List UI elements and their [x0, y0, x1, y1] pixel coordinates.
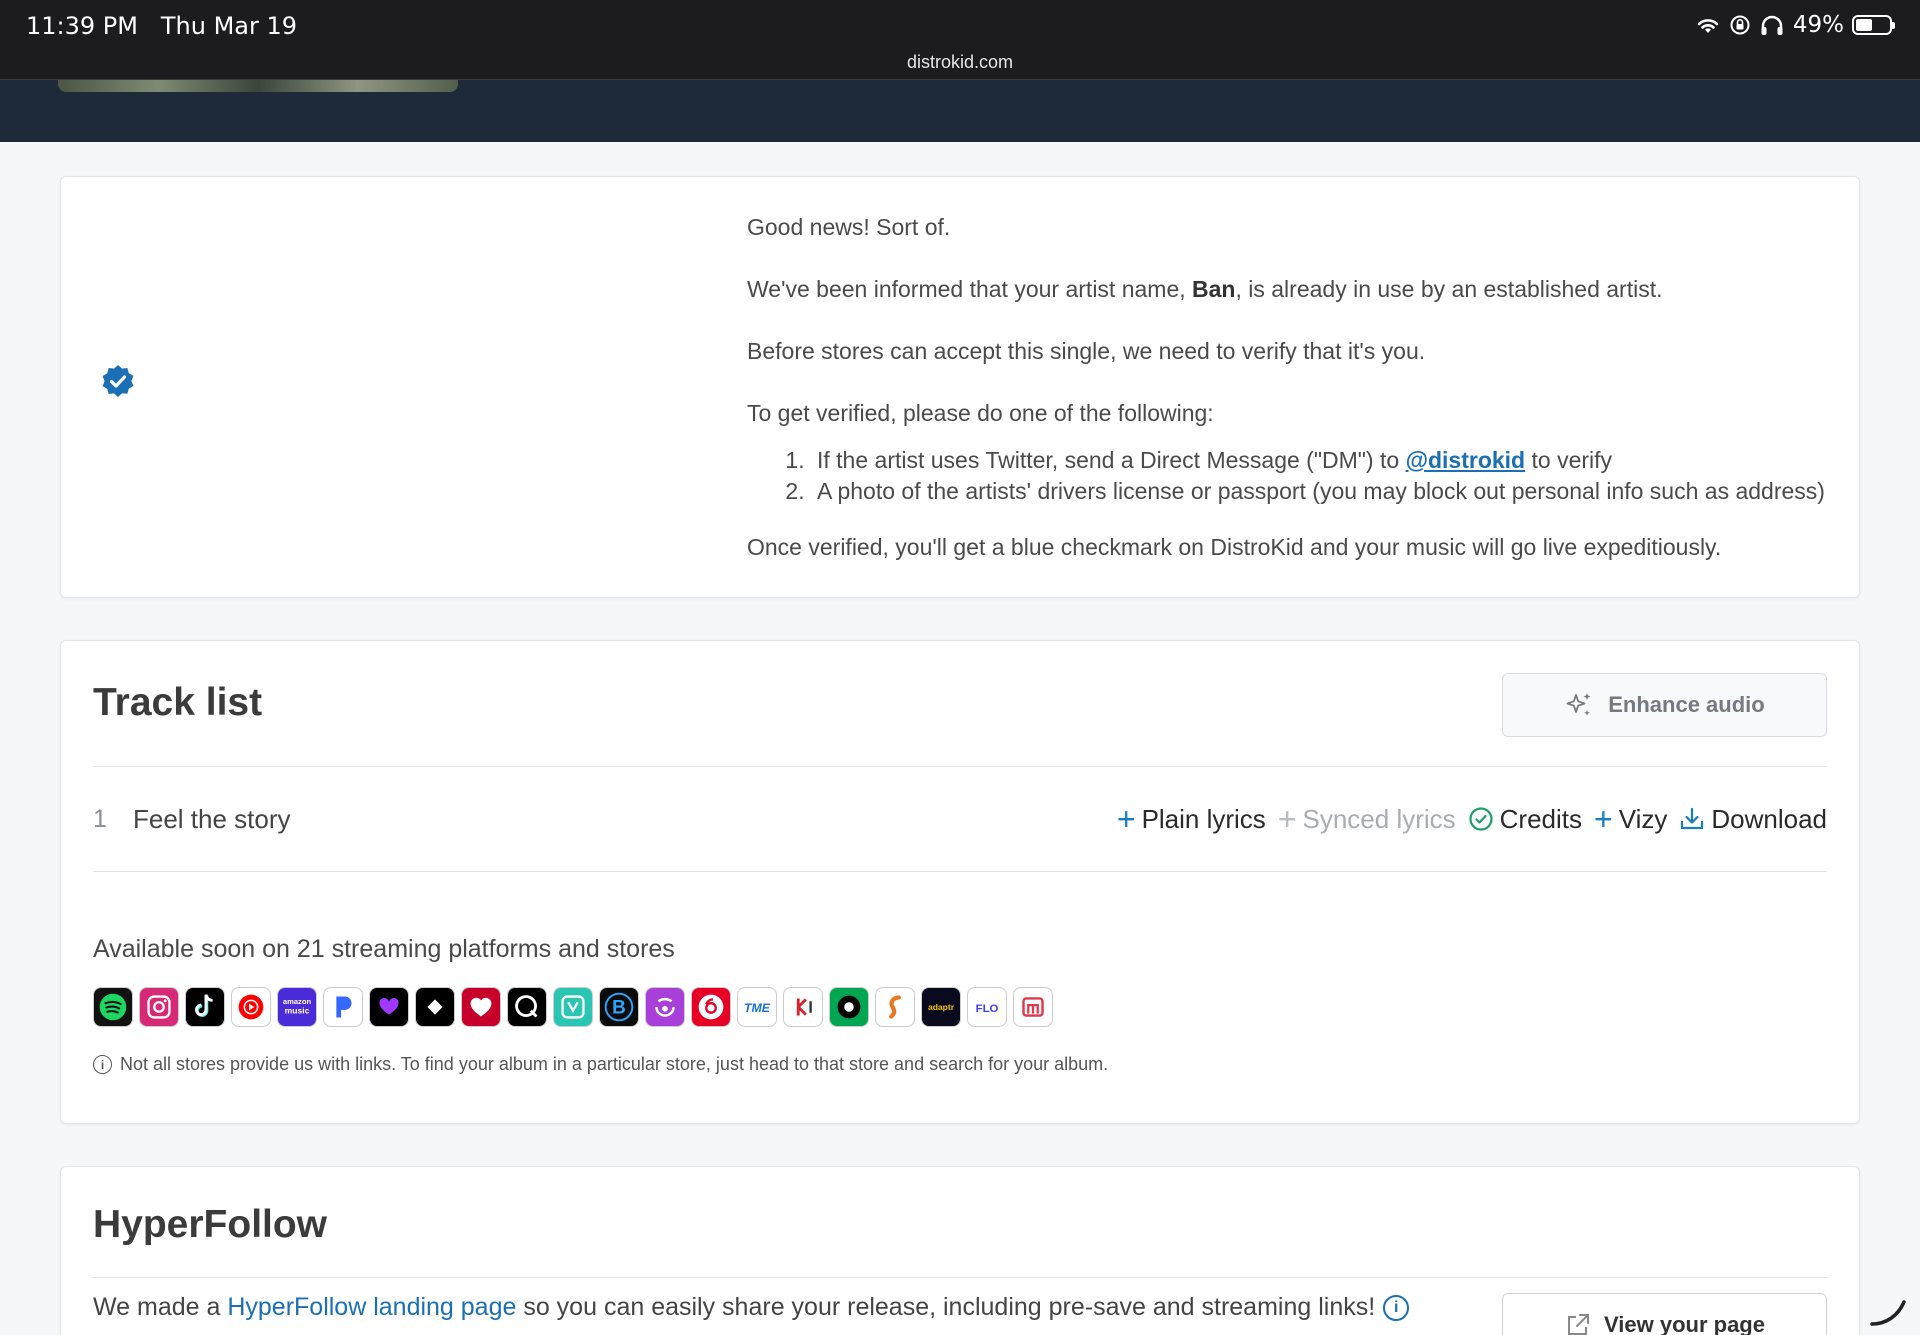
deezer-store-icon[interactable] [369, 987, 409, 1027]
plus-icon: + [1277, 801, 1297, 837]
verification-options-list: If the artist uses Twitter, send a Direc… [811, 445, 1847, 507]
vizy-button[interactable]: + Vizy [1594, 803, 1667, 835]
amazon-music-store-icon[interactable]: amazon music [277, 987, 317, 1027]
verification-option-twitter: If the artist uses Twitter, send a Direc… [811, 445, 1847, 476]
melon-store-icon[interactable] [1013, 987, 1053, 1027]
store-icons-row: amazon music B TME adaptr FLO [93, 987, 1053, 1027]
spotify-store-icon[interactable] [93, 987, 133, 1027]
artist-verification-notice: Good news! Sort of. We've been informed … [60, 176, 1860, 598]
youtube-music-store-icon[interactable] [231, 987, 271, 1027]
wifi-icon [1697, 19, 1719, 33]
track-actions: + Plain lyrics + Synced lyrics Credits + Vi… [1117, 803, 1827, 835]
availability-text: Available soon on 21 streaming platforms… [93, 935, 675, 963]
download-button[interactable]: Download [1679, 804, 1827, 835]
external-link-icon [1568, 1314, 1589, 1335]
svg-text:music: music [285, 1006, 310, 1016]
rotation-lock-icon [1730, 15, 1750, 35]
verified-badge-icon [102, 365, 134, 397]
iheartradio-store-icon[interactable] [461, 987, 501, 1027]
gaana-store-icon[interactable] [875, 987, 915, 1027]
battery-icon [1852, 15, 1895, 35]
ios-status-bar: 11:39 PM Thu Mar 19 49% distrokid.com [0, 0, 1920, 80]
track-list-card: Track list Enhance audio 1 Feel the stor… [60, 640, 1860, 1124]
svg-text:TME: TME [744, 1001, 771, 1015]
track-name: Feel the story [133, 803, 291, 834]
notice-line-instructions: To get verified, please do one of the fo… [747, 400, 1214, 426]
svg-text:FLO: FLO [976, 1003, 999, 1015]
flo-store-icon[interactable]: FLO [967, 987, 1007, 1027]
check-circle-icon [1469, 807, 1493, 831]
verification-option-id: A photo of the artists' drivers license … [811, 476, 1847, 507]
status-time: 11:39 PM Thu Mar 19 [26, 12, 298, 40]
tiktok-store-icon[interactable] [185, 987, 225, 1027]
tme-store-icon[interactable]: TME [737, 987, 777, 1027]
jiosaavn-store-icon[interactable] [553, 987, 593, 1027]
plus-icon: + [1116, 801, 1136, 837]
kkbox-store-icon[interactable] [783, 987, 823, 1027]
netease-store-icon[interactable] [691, 987, 731, 1027]
enhance-audio-button[interactable]: Enhance audio [1502, 673, 1827, 737]
anghami-store-icon[interactable] [645, 987, 685, 1027]
notice-line-verify: Before stores can accept this single, we… [747, 338, 1426, 364]
tidal-store-icon[interactable] [415, 987, 455, 1027]
info-icon: i [93, 1055, 112, 1074]
plus-icon: + [1594, 801, 1613, 837]
headphones-icon [1761, 15, 1783, 35]
hyperfollow-description: We made a HyperFollow landing page so yo… [93, 1293, 1410, 1322]
notice-heading: Good news! Sort of. [747, 214, 951, 240]
boomplay-store-icon[interactable]: B [599, 987, 639, 1027]
notice-line-artist-name: We've been informed that your artist nam… [747, 276, 1663, 302]
view-your-page-button[interactable]: View your page [1502, 1293, 1827, 1335]
pandora-store-icon[interactable] [323, 987, 363, 1027]
battery-percent: 49% [1792, 12, 1844, 38]
svg-text:B: B [612, 998, 626, 1019]
download-icon [1681, 807, 1704, 830]
notice-footer: Once verified, you'll get a blue checkma… [747, 534, 1722, 560]
track-list-title: Track list [93, 681, 263, 724]
stores-footnote: i Not all stores provide us with links. … [93, 1054, 1108, 1075]
artist-name: Ban [1192, 276, 1236, 302]
svg-text:adaptr: adaptr [928, 1002, 955, 1012]
track-row: 1 Feel the story + Plain lyrics + Synced l… [93, 767, 1827, 871]
notice-body: Good news! Sort of. We've been informed … [747, 211, 1847, 593]
credits-button[interactable]: Credits [1468, 804, 1582, 835]
synced-lyrics-button[interactable]: + Synced lyrics [1278, 803, 1456, 835]
instagram-store-icon[interactable] [139, 987, 179, 1027]
qobuz-store-icon[interactable] [507, 987, 547, 1027]
divider [93, 1277, 1827, 1278]
divider [93, 871, 1827, 872]
track-number: 1 [93, 804, 107, 833]
adaptr-store-icon[interactable]: adaptr [921, 987, 961, 1027]
scroll-corner-icon [1870, 1300, 1906, 1326]
hyperfollow-title: HyperFollow [93, 1203, 328, 1246]
status-icons: 49% [1695, 12, 1895, 38]
audiomack-store-icon[interactable] [829, 987, 869, 1027]
url-label[interactable]: distrokid.com [0, 52, 1920, 73]
hyperfollow-card: HyperFollow We made a HyperFollow landin… [60, 1166, 1860, 1335]
info-icon[interactable]: i [1383, 1294, 1410, 1321]
hyperfollow-landing-page-link[interactable]: HyperFollow landing page [227, 1293, 516, 1321]
plain-lyrics-button[interactable]: + Plain lyrics [1117, 803, 1266, 835]
release-cover-image [58, 80, 458, 92]
sparkle-icon [1566, 693, 1591, 716]
distrokid-twitter-link[interactable]: @distrokid [1406, 447, 1526, 473]
